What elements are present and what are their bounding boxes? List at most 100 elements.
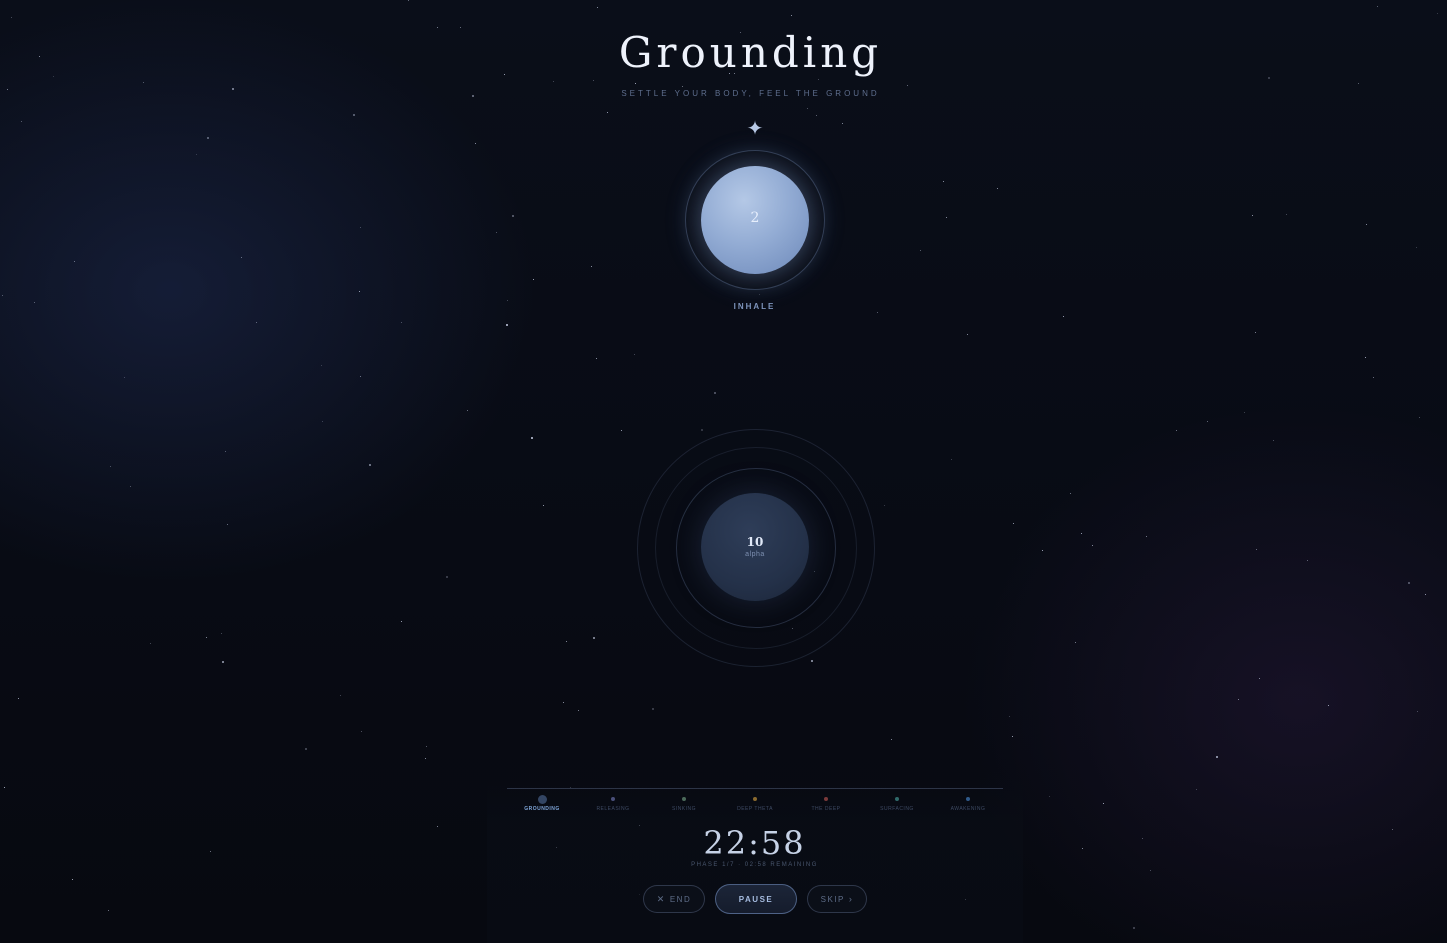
phase-awakening[interactable]: AWAKENING [933, 793, 1003, 817]
star [130, 486, 131, 487]
star [1256, 549, 1257, 550]
star [1075, 642, 1076, 643]
star [920, 250, 921, 251]
star [512, 215, 514, 217]
phase-deep-theta[interactable]: DEEP THETA [720, 793, 790, 817]
phase-releasing[interactable]: RELEASING [578, 793, 648, 817]
phase-label: SURFACING [880, 806, 914, 812]
star [997, 188, 998, 189]
star [143, 82, 144, 83]
star [877, 312, 878, 313]
star [593, 80, 594, 81]
star [506, 324, 508, 326]
star [967, 334, 968, 335]
star [207, 137, 209, 139]
star [1012, 736, 1013, 737]
star [401, 621, 402, 622]
star [946, 217, 947, 218]
star [607, 112, 608, 113]
four-point-star-icon: ✦ [746, 116, 764, 140]
star [1196, 789, 1197, 790]
breath-phase-label: INHALE [733, 302, 776, 311]
star [596, 358, 597, 359]
phase-label: DEEP THETA [737, 806, 773, 812]
star [842, 123, 843, 124]
star [884, 505, 885, 506]
phase-label: GROUNDING [524, 806, 560, 812]
star [221, 633, 222, 634]
star [891, 739, 892, 740]
star [621, 430, 622, 431]
star [359, 291, 360, 292]
star [634, 354, 635, 355]
star [1437, 13, 1438, 14]
end-button[interactable]: ✕ END [643, 885, 705, 913]
star [196, 154, 197, 155]
star [553, 81, 554, 82]
star [1092, 545, 1093, 546]
star [256, 322, 257, 323]
star [1103, 803, 1104, 804]
phase-dot [682, 797, 686, 801]
star [124, 377, 125, 378]
phase-progress-track [507, 788, 1003, 789]
star [425, 758, 426, 759]
star [1009, 716, 1010, 717]
phase-dot [753, 797, 757, 801]
star [1238, 699, 1239, 700]
phase-grounding[interactable]: GROUNDING [507, 793, 577, 817]
star [791, 15, 792, 16]
star [305, 748, 307, 750]
star [543, 505, 544, 506]
star [2, 295, 3, 296]
phase-surfacing[interactable]: SURFACING [862, 793, 932, 817]
star [72, 879, 73, 880]
star [652, 708, 654, 710]
star [1377, 6, 1378, 7]
star [1207, 421, 1208, 422]
brainwave-band: alpha [745, 551, 765, 558]
star [1042, 550, 1043, 551]
star [1150, 870, 1151, 871]
star [1273, 440, 1274, 441]
star [759, 294, 760, 295]
star [225, 451, 226, 452]
star [1408, 582, 1410, 584]
star [1049, 796, 1050, 797]
star [322, 421, 323, 422]
star [1419, 417, 1420, 418]
star [943, 181, 944, 182]
star [206, 637, 207, 638]
star [1365, 357, 1366, 358]
star [353, 114, 355, 116]
star [496, 232, 497, 233]
star [593, 637, 595, 639]
star [1070, 493, 1071, 494]
page-subtitle: SETTLE YOUR BODY, FEEL THE GROUND [621, 89, 880, 98]
pause-button[interactable]: PAUSE [715, 884, 797, 914]
star [150, 643, 151, 644]
phase-dot [966, 797, 970, 801]
star [1255, 332, 1256, 333]
star [816, 115, 817, 116]
star [714, 392, 716, 394]
phase-label: SINKING [671, 806, 697, 812]
phase-sinking[interactable]: SINKING [649, 793, 719, 817]
star [426, 746, 427, 747]
star [18, 698, 19, 699]
breath-count: 2 [750, 210, 760, 226]
star [360, 227, 361, 228]
star [361, 731, 362, 732]
star [1176, 430, 1177, 431]
session-timer: 22:58 [703, 824, 806, 862]
star [591, 266, 592, 267]
phase-the-deep[interactable]: THE DEEP [791, 793, 861, 817]
star [369, 464, 371, 466]
star [1081, 533, 1082, 534]
phase-dot [824, 797, 828, 801]
phase-dot [611, 797, 615, 801]
skip-button[interactable]: SKIP › [807, 885, 867, 913]
end-button-label: END [669, 894, 692, 904]
star [241, 257, 242, 258]
star [563, 702, 564, 703]
